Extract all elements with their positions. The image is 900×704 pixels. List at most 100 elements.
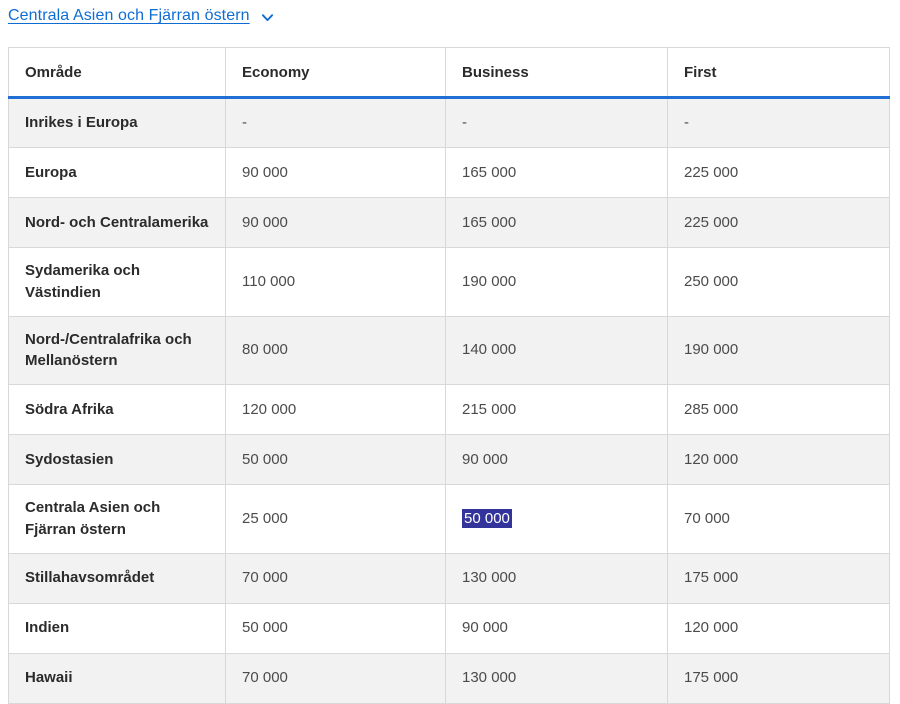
first-cell: -: [668, 98, 890, 148]
business-cell: 90 000: [446, 603, 668, 653]
first-value: 250 000: [684, 273, 738, 290]
business-cell: 130 000: [446, 653, 668, 703]
area-label: Indien: [25, 619, 69, 636]
first-value: 120 000: [684, 619, 738, 636]
area-cell: Sydostasien: [9, 435, 226, 485]
area-cell: Hawaii: [9, 653, 226, 703]
first-value: 70 000: [684, 510, 730, 527]
area-cell: Indien: [9, 603, 226, 653]
table-row: Inrikes i Europa - - -: [9, 98, 890, 148]
first-cell: 190 000: [668, 316, 890, 385]
first-value: 175 000: [684, 569, 738, 586]
area-cell: Nord-/Centralafrika och Mellanöstern: [9, 316, 226, 385]
area-cell: Europa: [9, 148, 226, 198]
column-header-omrade: Område: [9, 48, 226, 98]
business-value: 165 000: [462, 214, 516, 231]
business-cell: -: [446, 98, 668, 148]
first-cell: 225 000: [668, 198, 890, 248]
table-row: Sydamerika och Västindien 110 000 190 00…: [9, 248, 890, 317]
first-cell: 225 000: [668, 148, 890, 198]
column-header-business: Business: [446, 48, 668, 98]
table-row: Centrala Asien och Fjärran östern 25 000…: [9, 485, 890, 554]
first-cell: 175 000: [668, 653, 890, 703]
business-cell: 165 000: [446, 148, 668, 198]
business-value: 190 000: [462, 273, 516, 290]
table-body: Inrikes i Europa - - - Europa 90 000 165…: [9, 98, 890, 704]
table-row: Södra Afrika 120 000 215 000 285 000: [9, 385, 890, 435]
table-row: Stillahavsområdet 70 000 130 000 175 000: [9, 553, 890, 603]
area-cell: Stillahavsområdet: [9, 553, 226, 603]
table-row: Europa 90 000 165 000 225 000: [9, 148, 890, 198]
economy-cell: 70 000: [226, 653, 446, 703]
economy-value: 80 000: [242, 341, 288, 358]
chevron-down-icon[interactable]: [261, 11, 274, 24]
economy-value: 70 000: [242, 569, 288, 586]
economy-value: 90 000: [242, 164, 288, 181]
business-value: 215 000: [462, 401, 516, 418]
first-value: 175 000: [684, 669, 738, 686]
economy-cell: 50 000: [226, 603, 446, 653]
award-points-table: Område Economy Business First Inrikes i …: [8, 47, 890, 704]
first-cell: 120 000: [668, 435, 890, 485]
area-label: Nord-/Centralafrika och Mellanöstern: [25, 331, 192, 370]
area-label: Sydamerika och Västindien: [25, 262, 140, 301]
business-value: 50 000: [462, 509, 512, 528]
table-row: Indien 50 000 90 000 120 000: [9, 603, 890, 653]
economy-cell: 50 000: [226, 435, 446, 485]
area-cell: Södra Afrika: [9, 385, 226, 435]
first-cell: 70 000: [668, 485, 890, 554]
first-value: -: [684, 114, 689, 131]
region-dropdown[interactable]: Centrala Asien och Fjärran östern: [8, 5, 274, 27]
area-label: Sydostasien: [25, 451, 113, 468]
table-row: Sydostasien 50 000 90 000 120 000: [9, 435, 890, 485]
economy-cell: 120 000: [226, 385, 446, 435]
economy-cell: 80 000: [226, 316, 446, 385]
business-cell: 215 000: [446, 385, 668, 435]
business-value: 130 000: [462, 669, 516, 686]
business-cell: 50 000: [446, 485, 668, 554]
first-value: 190 000: [684, 341, 738, 358]
economy-cell: 90 000: [226, 148, 446, 198]
first-cell: 175 000: [668, 553, 890, 603]
first-value: 225 000: [684, 214, 738, 231]
area-cell: Inrikes i Europa: [9, 98, 226, 148]
column-header-first: First: [668, 48, 890, 98]
economy-cell: 110 000: [226, 248, 446, 317]
first-cell: 285 000: [668, 385, 890, 435]
business-cell: 140 000: [446, 316, 668, 385]
area-label: Stillahavsområdet: [25, 569, 154, 586]
business-value: 165 000: [462, 164, 516, 181]
area-label: Nord- och Centralamerika: [25, 214, 208, 231]
economy-cell: 25 000: [226, 485, 446, 554]
business-value: 90 000: [462, 451, 508, 468]
area-cell: Nord- och Centralamerika: [9, 198, 226, 248]
table-header-row: Område Economy Business First: [9, 48, 890, 98]
area-cell: Centrala Asien och Fjärran östern: [9, 485, 226, 554]
economy-value: 70 000: [242, 669, 288, 686]
area-label: Europa: [25, 164, 77, 181]
economy-value: 110 000: [242, 273, 295, 290]
table-row: Hawaii 70 000 130 000 175 000: [9, 653, 890, 703]
economy-cell: 90 000: [226, 198, 446, 248]
economy-value: 25 000: [242, 510, 288, 527]
column-header-economy: Economy: [226, 48, 446, 98]
area-label: Centrala Asien och Fjärran östern: [25, 499, 160, 538]
first-value: 225 000: [684, 164, 738, 181]
business-value: 90 000: [462, 619, 508, 636]
table-row: Nord-/Centralafrika och Mellanöstern 80 …: [9, 316, 890, 385]
business-cell: 165 000: [446, 198, 668, 248]
first-value: 285 000: [684, 401, 738, 418]
economy-cell: 70 000: [226, 553, 446, 603]
first-value: 120 000: [684, 451, 738, 468]
first-cell: 120 000: [668, 603, 890, 653]
area-label: Södra Afrika: [25, 401, 114, 418]
business-value: 130 000: [462, 569, 516, 586]
business-cell: 130 000: [446, 553, 668, 603]
economy-value: -: [242, 114, 247, 131]
business-cell: 190 000: [446, 248, 668, 317]
area-label: Hawaii: [25, 669, 73, 686]
area-label: Inrikes i Europa: [25, 114, 138, 131]
economy-cell: -: [226, 98, 446, 148]
region-dropdown-link[interactable]: Centrala Asien och Fjärran östern: [8, 7, 250, 25]
business-cell: 90 000: [446, 435, 668, 485]
